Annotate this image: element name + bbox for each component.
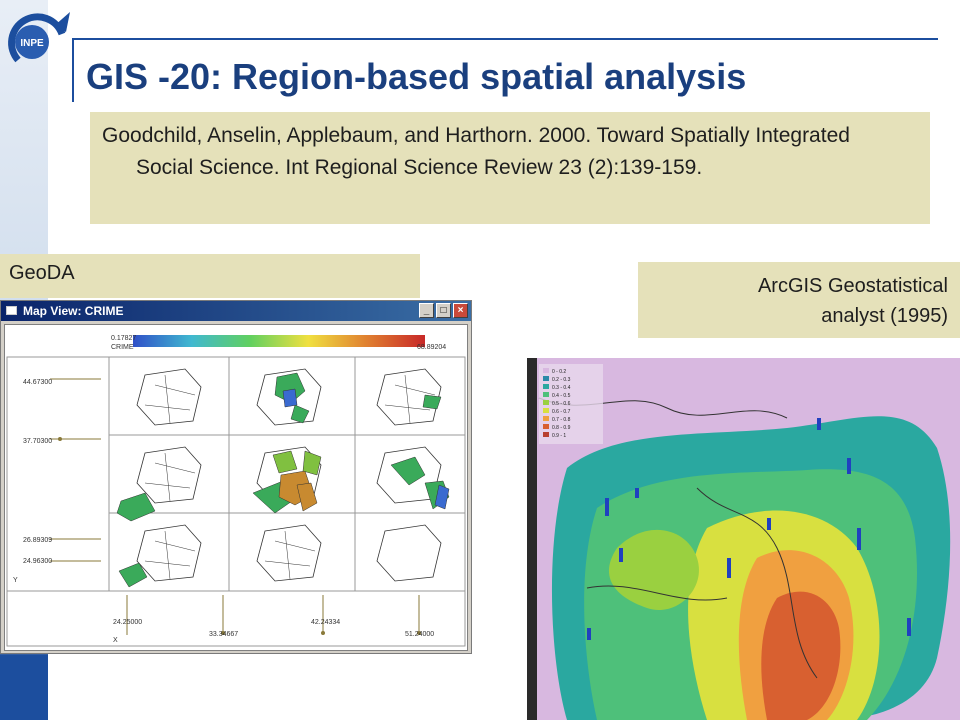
header-vertical-rule	[72, 40, 74, 102]
arc-legend-7: 0.7 - 0.8	[552, 417, 571, 423]
x-value-1: 24.25000	[113, 619, 143, 626]
map-window-titlebar[interactable]: Map View: CRIME _ □ ×	[1, 301, 471, 321]
map-window-title: Map View: CRIME	[23, 304, 124, 318]
arcgis-kriging-map: 0 - 0.2 0.2 - 0.3 0.3 - 0.4 0.4 - 0.5 0.…	[527, 358, 960, 720]
arcgis-label-line2: analyst (1995)	[821, 305, 948, 327]
window-icon	[6, 306, 17, 315]
citation-box: Goodchild, Anselin, Applebaum, and Harth…	[90, 112, 930, 224]
y-value-4: 24.96300	[23, 558, 53, 565]
y-value-2: 37.70300	[23, 438, 53, 445]
arc-legend-4: 0.4 - 0.5	[552, 393, 571, 399]
arc-legend-1: 0 - 0.2	[552, 369, 566, 375]
x-axis-label: X	[113, 637, 118, 644]
maximize-icon[interactable]: □	[436, 303, 451, 318]
close-icon[interactable]: ×	[453, 303, 468, 318]
arcgis-label-line1: ArcGIS Geostatistical	[757, 275, 948, 297]
arc-legend-6: 0.6 - 0.7	[552, 409, 571, 415]
arc-legend-9: 0.9 - 1	[552, 433, 566, 439]
arc-legend-5: 0.5 - 0.6	[552, 401, 571, 407]
logo-text: INPE	[20, 38, 44, 49]
header-rule	[72, 38, 938, 40]
map-view-canvas: 0.17827 CRIME 68.89204 44.67300 37.70300…	[4, 324, 468, 651]
inpe-logo: INPE	[8, 12, 70, 63]
geoda-label: GeoDA	[0, 254, 420, 298]
x-value-4: 51.24000	[405, 631, 435, 638]
x-value-2: 33.34667	[209, 631, 239, 638]
y-axis-label: Y	[13, 577, 18, 584]
arcgis-label: ArcGIS Geostatistical analyst (1995)	[638, 262, 960, 338]
arc-legend-8: 0.8 - 0.9	[552, 425, 571, 431]
y-value-3: 26.89309	[23, 537, 53, 544]
minimize-icon[interactable]: _	[419, 303, 434, 318]
geoda-map-window: Map View: CRIME _ □ × 0.17827 CRIME 68.8…	[0, 300, 472, 654]
arc-legend-2: 0.2 - 0.3	[552, 377, 571, 383]
y-value-1: 44.67300	[23, 379, 53, 386]
left-bar-bottom-block	[0, 655, 48, 720]
slide-title: GIS -20: Region-based spatial analysis	[86, 56, 747, 97]
citation-text: Goodchild, Anselin, Applebaum, and Harth…	[102, 124, 850, 179]
arc-legend-3: 0.3 - 0.4	[552, 385, 571, 391]
x-value-3: 42.24334	[311, 619, 341, 626]
conditional-map-grid	[6, 356, 466, 647]
